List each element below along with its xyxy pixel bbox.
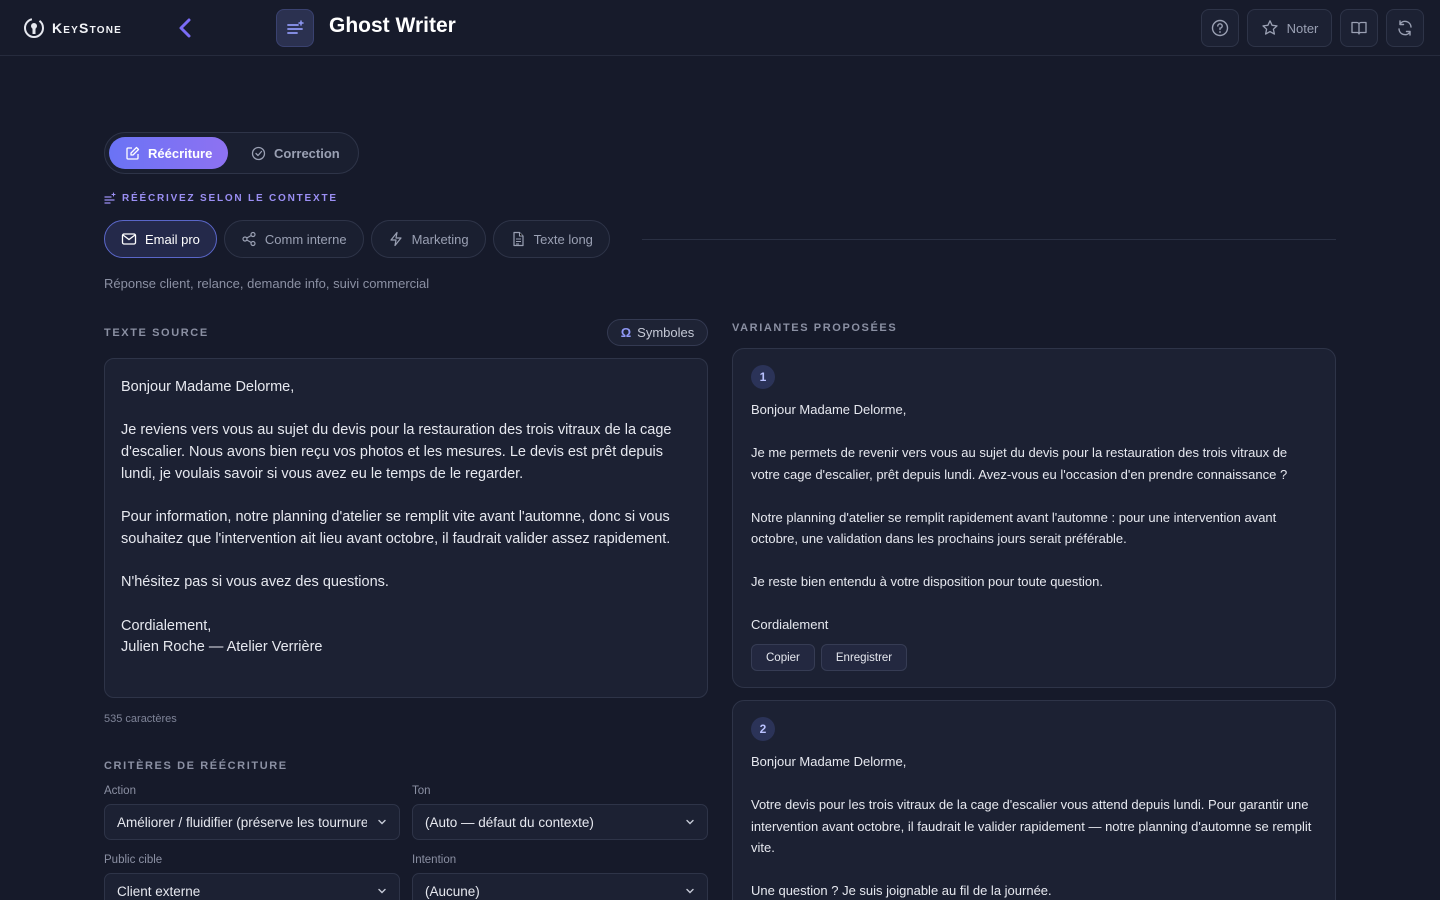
mode-switch: Réécriture Correction bbox=[104, 132, 359, 174]
zap-icon bbox=[389, 231, 402, 247]
keystone-logo-icon bbox=[24, 18, 44, 38]
lines-sparkle-icon bbox=[287, 20, 304, 34]
audience-select-value: Client externe bbox=[117, 883, 201, 899]
chip-marketing[interactable]: Marketing bbox=[370, 220, 486, 258]
variant-card: 1 Bonjour Madame Delorme, Je me permets … bbox=[732, 348, 1336, 688]
chevron-down-icon bbox=[378, 888, 386, 894]
intent-label: Intention bbox=[412, 854, 457, 866]
variant-actions: Copier Enregistrer bbox=[751, 644, 908, 671]
action-select[interactable]: Améliorer / fluidifier (préserve les tou… bbox=[104, 804, 400, 840]
divider bbox=[642, 239, 1336, 240]
star-icon bbox=[1261, 20, 1278, 35]
chevron-down-icon bbox=[686, 819, 694, 825]
brand-logo[interactable]: KeyStone bbox=[22, 16, 122, 40]
docs-button[interactable] bbox=[1340, 9, 1378, 47]
tone-label: Ton bbox=[412, 785, 431, 797]
omega-icon: Ω bbox=[620, 325, 632, 340]
rate-button-label: Noter bbox=[1286, 20, 1319, 36]
book-open-icon bbox=[1351, 21, 1367, 35]
chip-label: Email pro bbox=[145, 231, 200, 247]
variant-number-badge: 1 bbox=[751, 365, 775, 389]
context-description: Réponse client, relance, demande info, s… bbox=[104, 276, 430, 291]
rate-button[interactable]: Noter bbox=[1247, 9, 1332, 47]
top-bar: KeyStone Ghost Writer Noter bbox=[0, 0, 1440, 56]
help-button[interactable] bbox=[1201, 9, 1239, 47]
check-circle-icon bbox=[251, 146, 266, 160]
copy-button[interactable]: Copier bbox=[751, 644, 815, 671]
variant-card: 2 Bonjour Madame Delorme, Votre devis po… bbox=[732, 700, 1336, 900]
refresh-button[interactable] bbox=[1386, 9, 1424, 47]
intent-select-value: (Aucune) bbox=[425, 883, 480, 899]
brand-name: KeyStone bbox=[52, 20, 122, 36]
chip-email-pro[interactable]: Email pro bbox=[104, 220, 217, 258]
audience-select[interactable]: Client externe bbox=[104, 873, 400, 900]
symbols-button[interactable]: Ω Symboles bbox=[607, 319, 708, 346]
char-count: 535 caractères bbox=[104, 713, 177, 725]
variant-text: Bonjour Madame Delorme, Je me permets de… bbox=[751, 402, 1288, 631]
audience-label: Public cible bbox=[104, 854, 163, 866]
tone-select[interactable]: (Auto — défaut du contexte) bbox=[412, 804, 708, 840]
variant-number-badge: 2 bbox=[751, 717, 775, 741]
tab-rewrite[interactable]: Réécriture bbox=[109, 137, 229, 169]
context-kicker-label: RÉÉCRIVEZ SELON LE CONTEXTE bbox=[122, 192, 338, 204]
context-kicker: RÉÉCRIVEZ SELON LE CONTEXTE bbox=[104, 192, 338, 204]
action-label: Action bbox=[104, 785, 136, 797]
chip-label: Comm interne bbox=[264, 231, 347, 247]
share-icon bbox=[242, 231, 256, 247]
criteria-label: CRITÈRES DE RÉÉCRITURE bbox=[104, 760, 288, 772]
intent-select[interactable]: (Aucune) bbox=[412, 873, 708, 900]
variants-label: VARIANTES PROPOSÉES bbox=[732, 322, 898, 334]
document-icon bbox=[513, 231, 524, 247]
lines-sparkle-icon bbox=[104, 192, 116, 204]
action-select-value: Améliorer / fluidifier (préserve les tou… bbox=[117, 814, 367, 830]
symbols-button-label: Symboles bbox=[637, 325, 695, 340]
mail-icon bbox=[121, 233, 137, 245]
tab-correction-label: Correction bbox=[274, 145, 340, 161]
variant-text: Bonjour Madame Delorme, Votre devis pour… bbox=[751, 754, 1312, 898]
chip-comm-interne[interactable]: Comm interne bbox=[223, 220, 364, 258]
chip-texte-long[interactable]: Texte long bbox=[492, 220, 610, 258]
context-chips: Email pro Comm interne Marketing Texte l… bbox=[104, 220, 610, 258]
page-title: Ghost Writer bbox=[329, 14, 456, 37]
help-circle-icon bbox=[1211, 19, 1229, 37]
app-icon bbox=[276, 9, 314, 47]
chevron-down-icon bbox=[378, 819, 386, 825]
chip-label: Marketing bbox=[411, 231, 469, 247]
save-button[interactable]: Enregistrer bbox=[820, 644, 908, 671]
source-label: TEXTE SOURCE bbox=[104, 327, 209, 339]
tone-select-value: (Auto — défaut du contexte) bbox=[425, 814, 594, 830]
chip-label: Texte long bbox=[533, 231, 593, 247]
source-textarea[interactable]: Bonjour Madame Delorme, Je reviens vers … bbox=[104, 358, 708, 698]
edit-icon bbox=[126, 146, 140, 160]
refresh-icon bbox=[1398, 20, 1412, 36]
tab-rewrite-label: Réécriture bbox=[148, 145, 213, 161]
back-chevron-icon[interactable] bbox=[174, 16, 198, 40]
chevron-down-icon bbox=[686, 888, 694, 894]
tab-correction[interactable]: Correction bbox=[235, 137, 356, 169]
